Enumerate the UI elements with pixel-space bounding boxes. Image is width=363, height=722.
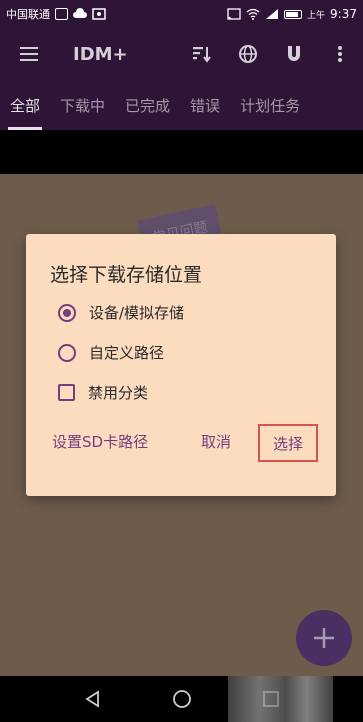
more-options-button[interactable] [317, 34, 363, 74]
signal-icon [266, 9, 279, 19]
dialog-title: 选择下载存储位置 [50, 264, 203, 286]
tab-downloading[interactable]: 下载中 [50, 80, 115, 130]
option-label: 自定义路径 [89, 344, 165, 362]
set-sd-path-button[interactable]: 设置SD卡路径 [52, 431, 148, 452]
more-vert-icon [338, 46, 342, 62]
select-button[interactable]: 选择 [258, 424, 318, 462]
back-button[interactable] [81, 687, 105, 711]
tab-scheduled[interactable]: 计划任务 [230, 80, 310, 130]
clock: 9:37 [330, 7, 357, 21]
cast-icon [227, 8, 241, 20]
radio-checked-icon[interactable] [58, 303, 76, 322]
sort-button[interactable] [179, 34, 225, 74]
tab-all[interactable]: 全部 [0, 80, 50, 130]
app-title: IDM+ [73, 43, 128, 65]
browser-button[interactable] [225, 34, 271, 74]
add-download-button[interactable] [296, 610, 352, 666]
cloud-icon [73, 8, 87, 18]
ampm-label: 上午 [307, 10, 326, 21]
ad-banner-area [0, 130, 363, 174]
radio-unchecked-icon[interactable] [58, 343, 76, 362]
option-label: 设备/模拟存储 [89, 304, 185, 322]
sort-icon [193, 47, 211, 63]
back-triangle-icon [84, 690, 99, 708]
status-bar: 中国联通 上午 9:37 [0, 0, 363, 28]
hamburger-menu-icon[interactable] [20, 47, 38, 61]
plus-icon [314, 628, 334, 648]
tab-completed[interactable]: 已完成 [115, 80, 180, 130]
option-label: 禁用分类 [88, 384, 149, 402]
tab-errors[interactable]: 错误 [180, 80, 230, 130]
checkbox-icon[interactable] [58, 384, 75, 401]
wifi-icon [246, 8, 260, 20]
carrier-label: 中国联通 [6, 8, 50, 21]
home-button[interactable] [170, 687, 194, 711]
storage-location-dialog: 选择下载存储位置 设备/模拟存储 自定义路径 禁用分类 设置SD卡路径 取消 选… [26, 234, 336, 496]
option-disable-categories[interactable]: 禁用分类 [58, 382, 148, 403]
battery-icon [284, 9, 303, 19]
blurred-watermark [228, 676, 333, 722]
magnet-button[interactable] [271, 34, 317, 74]
globe-icon [239, 45, 257, 63]
option-custom-path[interactable]: 自定义路径 [58, 342, 164, 363]
app-toolbar: IDM+ [0, 28, 363, 80]
tab-bar: 全部 下载中 已完成 错误 计划任务 [0, 80, 363, 130]
home-circle-icon [172, 690, 191, 708]
magnet-icon [288, 46, 300, 61]
option-device-storage[interactable]: 设备/模拟存储 [58, 302, 184, 323]
screenshot-icon [92, 8, 106, 20]
cancel-button[interactable]: 取消 [201, 431, 231, 452]
notification-icon [55, 8, 68, 20]
